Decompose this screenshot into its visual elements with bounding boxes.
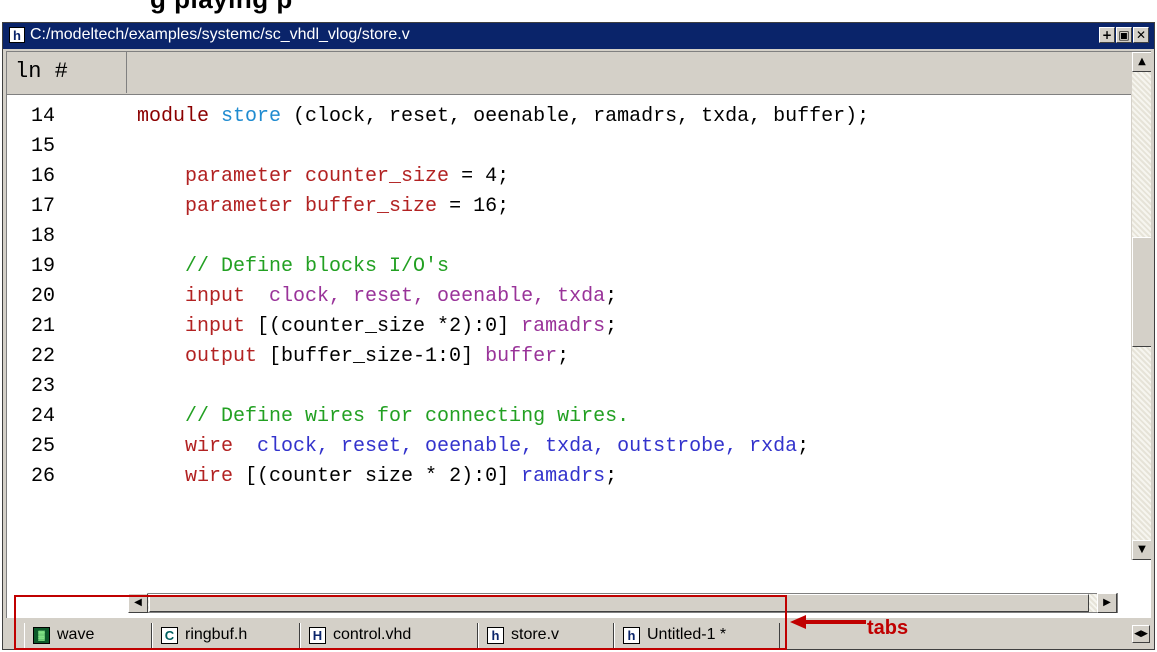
- tab-scroll-button[interactable]: ◀▶: [1132, 625, 1150, 643]
- line-number: 20: [31, 285, 56, 308]
- undock-button[interactable]: ▣: [1116, 27, 1132, 43]
- line-number: 14: [31, 105, 56, 128]
- line-number: 24: [31, 405, 56, 428]
- code-token: output: [137, 345, 270, 368]
- code-token: clock, reset, oeenable, txda, outstrobe,…: [257, 435, 798, 458]
- code-token: ;: [605, 285, 618, 308]
- code-text: wire [(counter size * 2):0] ramadrs;: [137, 462, 617, 492]
- line-number: 25: [31, 435, 56, 458]
- clipped-heading: g playing p: [150, 0, 293, 15]
- code-text: module store (clock, reset, oeenable, ra…: [137, 102, 869, 132]
- window-title: C:/modeltech/examples/systemc/sc_vhdl_vl…: [30, 26, 410, 43]
- line-number: 23: [31, 375, 56, 398]
- line-number: 15: [31, 135, 56, 158]
- code-text: parameter buffer_size = 16;: [137, 192, 509, 222]
- code-text: input [(counter_size *2):0] ramadrs;: [137, 312, 617, 342]
- code-token: [(counter size * 2):0]: [245, 465, 522, 488]
- code-token: input: [137, 285, 270, 308]
- code-token: [buffer_size-1:0]: [269, 345, 486, 368]
- verilog-file-icon: h: [9, 27, 25, 43]
- code-token: wire: [137, 465, 246, 488]
- vertical-scrollbar[interactable]: ▲ ▼: [1131, 52, 1151, 560]
- scroll-down-button[interactable]: ▼: [1132, 540, 1151, 560]
- code-token: input: [137, 315, 258, 338]
- line-number: 26: [31, 465, 56, 488]
- source-window: h C:/modeltech/examples/systemc/sc_vhdl_…: [2, 22, 1155, 650]
- code-token: (clock, reset, oeenable, ramadrs, txda, …: [281, 105, 870, 128]
- line-number: 19: [31, 255, 56, 278]
- code-token: ;: [605, 465, 618, 488]
- code-token: parameter counter_size: [137, 165, 450, 188]
- code-text: input clock, reset, oeenable, txda;: [137, 282, 617, 312]
- column-ruler: ln #: [7, 52, 1131, 95]
- code-token: ramadrs: [521, 315, 606, 338]
- code-token: // Define wires for connecting wires.: [137, 405, 630, 428]
- code-text: wire clock, reset, oeenable, txda, outst…: [137, 432, 809, 462]
- code-token: // Define blocks I/O's: [137, 255, 450, 278]
- code-token: buffer: [485, 345, 558, 368]
- code-token: parameter buffer_size: [137, 195, 438, 218]
- code-token: ramadrs: [521, 465, 606, 488]
- code-token: store: [221, 105, 282, 128]
- close-button[interactable]: ✕: [1133, 27, 1149, 43]
- line-number: 18: [31, 225, 56, 248]
- vertical-scroll-thumb[interactable]: [1132, 237, 1151, 347]
- code-token: wire: [137, 435, 258, 458]
- code-token: ;: [605, 315, 618, 338]
- code-token: ;: [797, 435, 810, 458]
- scroll-up-button[interactable]: ▲: [1132, 52, 1151, 72]
- tabs-highlight-box: [14, 595, 787, 650]
- scroll-right-button[interactable]: ▶: [1097, 593, 1117, 613]
- line-number: 21: [31, 315, 56, 338]
- code-token: ;: [557, 345, 570, 368]
- callout-arrow-icon: [790, 615, 866, 629]
- source-editor[interactable]: ln # 14 module store (clock, reset, oeena…: [6, 51, 1151, 618]
- code-text: // Define wires for connecting wires.: [137, 402, 629, 432]
- line-number: 16: [31, 165, 56, 188]
- code-token: = 16;: [437, 195, 510, 218]
- code-token: [(counter_size *2):0]: [257, 315, 522, 338]
- code-token: module: [137, 105, 222, 128]
- code-text: parameter counter_size = 4;: [137, 162, 509, 192]
- title-bar: h C:/modeltech/examples/systemc/sc_vhdl_…: [3, 23, 1154, 49]
- line-number: 22: [31, 345, 56, 368]
- code-text: output [buffer_size-1:0] buffer;: [137, 342, 569, 372]
- line-number-header: ln #: [7, 52, 127, 93]
- dock-button[interactable]: +: [1099, 27, 1115, 43]
- callout-label: tabs: [867, 617, 909, 639]
- code-text: // Define blocks I/O's: [137, 252, 449, 282]
- code-token: clock, reset, oeenable, txda: [269, 285, 606, 308]
- line-number: 17: [31, 195, 56, 218]
- code-token: = 4;: [449, 165, 510, 188]
